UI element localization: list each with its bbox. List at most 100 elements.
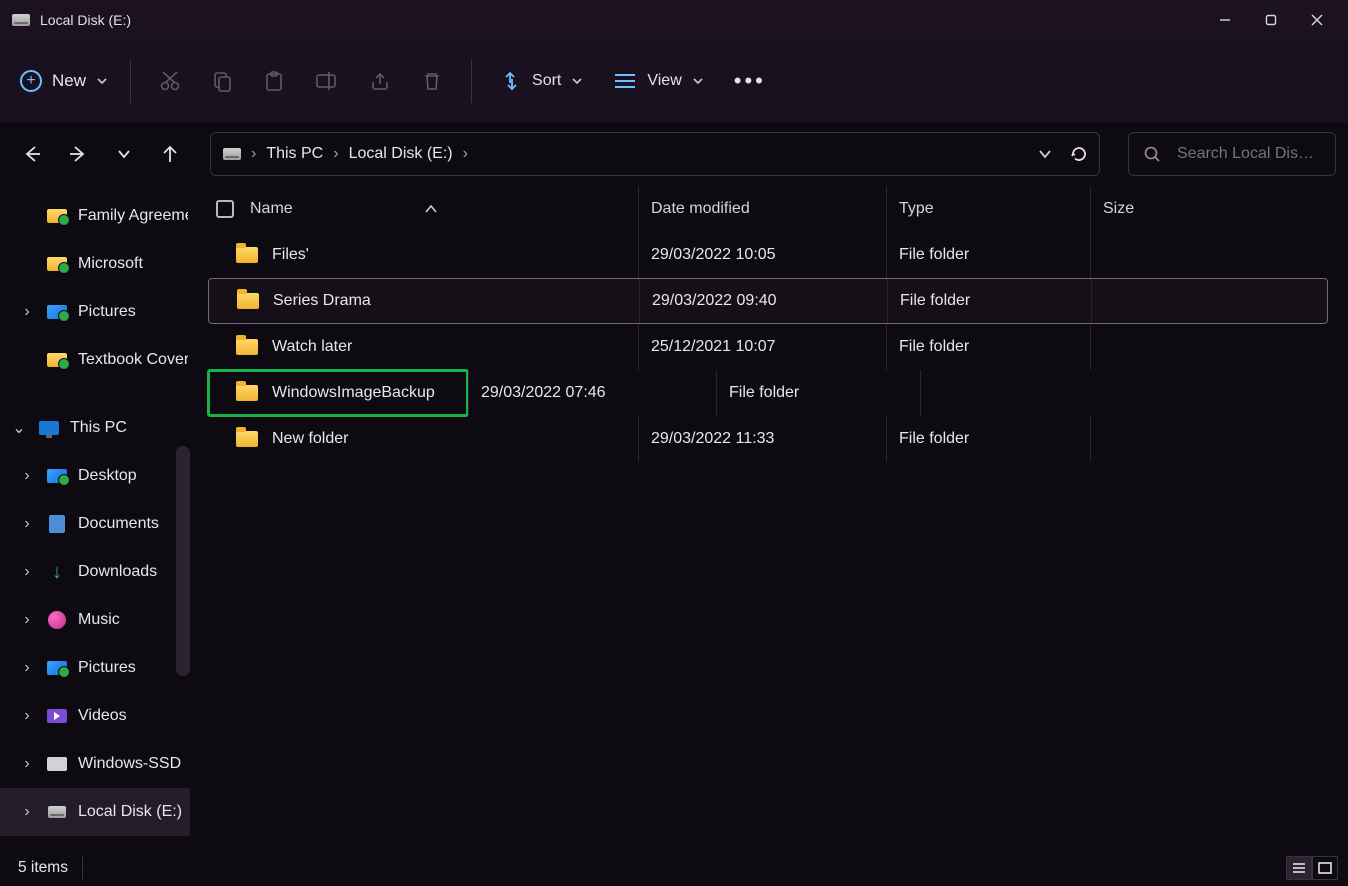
column-type[interactable]: Type	[886, 186, 1090, 232]
folder-icon	[236, 385, 258, 401]
statusbar: 5 items	[0, 850, 1348, 886]
sort-button[interactable]: Sort	[488, 60, 595, 102]
recent-button[interactable]	[112, 142, 136, 166]
maximize-button[interactable]	[1248, 0, 1294, 40]
delete-icon	[421, 70, 443, 92]
file-name: Watch later	[272, 338, 352, 356]
chevron-right-icon: ›	[463, 145, 468, 163]
file-name: Series Drama	[273, 292, 371, 310]
sidebar-item[interactable]: ›Videos	[0, 692, 190, 740]
grid-icon	[1317, 861, 1333, 875]
sidebar-item[interactable]: Family Agreements	[0, 192, 190, 240]
tree-item-label: Documents	[78, 515, 159, 533]
tree-item-icon	[46, 659, 68, 677]
sidebar-item[interactable]: ›Documents	[0, 500, 190, 548]
up-button[interactable]	[158, 142, 182, 166]
file-date: 29/03/2022 09:40	[652, 292, 777, 310]
search-input[interactable]	[1175, 144, 1321, 164]
file-type: File folder	[899, 338, 969, 356]
tree-item-label: Microsoft	[78, 255, 143, 273]
share-button[interactable]	[357, 60, 403, 102]
window-title: Local Disk (E:)	[40, 12, 131, 28]
sidebar-item[interactable]: › Local Disk (E:)	[0, 788, 190, 836]
new-label: New	[52, 71, 86, 91]
tree-item-label: Music	[78, 611, 120, 629]
sidebar-item[interactable]: ›↓Downloads	[0, 548, 190, 596]
tree-item-label: Local Disk (E:)	[78, 803, 182, 821]
sidebar-item[interactable]: ›Pictures	[0, 288, 190, 336]
file-type: File folder	[729, 384, 799, 402]
details-view-button[interactable]	[1286, 856, 1312, 880]
file-date: 25/12/2021 10:07	[651, 338, 776, 356]
refresh-button[interactable]	[1067, 142, 1091, 166]
chevron-down-icon	[96, 75, 108, 87]
file-row[interactable]: New folder29/03/2022 11:33File folder	[208, 416, 1328, 462]
cut-button[interactable]	[147, 60, 193, 102]
sidebar-item[interactable]: Microsoft	[0, 240, 190, 288]
chevron-right-icon: ›	[18, 467, 36, 485]
file-name: Files'	[272, 246, 309, 264]
folder-icon	[236, 431, 258, 447]
view-label: View	[647, 72, 681, 90]
file-row[interactable]: Files'29/03/2022 10:05File folder	[208, 232, 1328, 278]
copy-button[interactable]	[199, 60, 245, 102]
scrollbar[interactable]	[176, 446, 190, 676]
rename-button[interactable]	[303, 60, 351, 102]
cut-icon	[159, 70, 181, 92]
back-button[interactable]	[20, 142, 44, 166]
sidebar-item[interactable]: ›Music	[0, 596, 190, 644]
breadcrumb[interactable]: › This PC › Local Disk (E:) ›	[210, 132, 1100, 176]
plus-icon: +	[20, 70, 42, 92]
thumbnails-view-button[interactable]	[1312, 856, 1338, 880]
file-row[interactable]: Series Drama29/03/2022 09:40File folder	[208, 278, 1328, 324]
close-button[interactable]	[1294, 0, 1340, 40]
sidebar-item[interactable]: ›Pictures	[0, 644, 190, 692]
tree-item-icon	[46, 707, 68, 725]
tree-item-icon	[46, 611, 68, 629]
sidebar-item[interactable]: ›Windows-SSD	[0, 740, 190, 788]
copy-icon	[211, 70, 233, 92]
select-all-checkbox[interactable]	[216, 200, 234, 218]
ellipsis-icon: •••	[734, 68, 766, 94]
sidebar-item[interactable]: ⌄This PC	[0, 404, 190, 452]
search-box[interactable]	[1128, 132, 1336, 176]
breadcrumb-item[interactable]: Local Disk (E:)	[349, 145, 453, 163]
list-icon	[1291, 861, 1307, 875]
forward-button[interactable]	[66, 142, 90, 166]
new-button[interactable]: + New	[20, 62, 114, 100]
tree-item-label: Desktop	[78, 467, 137, 485]
sort-icon	[500, 70, 522, 92]
sort-asc-icon	[424, 204, 438, 214]
more-button[interactable]: •••	[722, 58, 778, 104]
file-date: 29/03/2022 11:33	[651, 430, 774, 448]
file-row[interactable]: WindowsImageBackup29/03/2022 07:46File f…	[208, 370, 1328, 416]
paste-button[interactable]	[251, 60, 297, 102]
minimize-button[interactable]	[1202, 0, 1248, 40]
tree-item-label: Family Agreements	[78, 207, 188, 225]
breadcrumb-item[interactable]: This PC	[266, 145, 323, 163]
column-header-row: Name Date modified Type Size	[208, 186, 1328, 232]
chevron-right-icon: ›	[333, 145, 338, 163]
status-text: 5 items	[18, 859, 68, 877]
sort-label: Sort	[532, 72, 561, 90]
column-size[interactable]: Size	[1090, 186, 1230, 232]
chevron-down-icon: ⌄	[10, 418, 28, 438]
column-date[interactable]: Date modified	[638, 186, 886, 232]
tree-item-icon	[46, 255, 68, 273]
sidebar-item[interactable]: Textbook Covers	[0, 336, 190, 384]
chevron-right-icon: ›	[18, 563, 36, 581]
chevron-down-icon	[692, 75, 704, 87]
file-row[interactable]: Watch later 25/12/2021 10:07 File folder	[208, 324, 1328, 370]
chevron-right-icon: ›	[18, 803, 36, 821]
chevron-right-icon: ›	[18, 707, 36, 725]
tree-item-icon	[46, 303, 68, 321]
history-dropdown[interactable]	[1033, 142, 1057, 166]
column-name[interactable]: Name	[208, 186, 638, 232]
chevron-right-icon: ›	[18, 659, 36, 677]
share-icon	[369, 70, 391, 92]
view-button[interactable]: View	[601, 61, 715, 101]
tree-item-label: Textbook Covers	[78, 351, 188, 369]
delete-button[interactable]	[409, 60, 455, 102]
sidebar-item[interactable]: › Desktop	[0, 452, 190, 500]
chevron-right-icon: ›	[18, 303, 36, 321]
